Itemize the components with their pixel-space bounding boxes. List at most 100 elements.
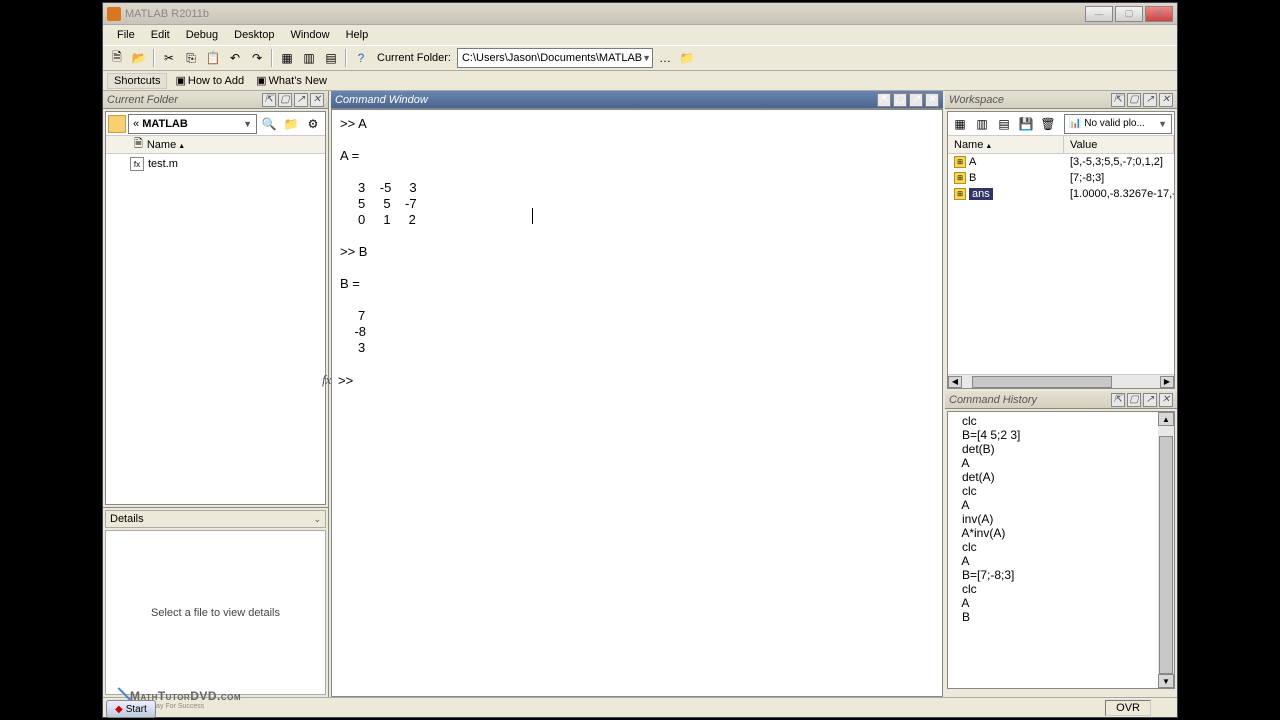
scroll-thumb[interactable] [1159, 436, 1173, 674]
cut-icon[interactable]: ✂ [159, 48, 179, 68]
command-window-body[interactable]: >> A A = 3 -5 3 5 5 -7 0 1 2 >> B B = 7 … [331, 109, 943, 697]
left-column: Current Folder ⇱ ▢ ↗ ✕ « MATLAB ▼ 🔍 📁 [103, 91, 329, 697]
dock-icon[interactable]: ⇱ [877, 93, 891, 107]
menu-desktop[interactable]: Desktop [226, 27, 282, 43]
history-entry[interactable]: clc [952, 414, 1154, 428]
delete-var-icon[interactable]: 🗑 [1038, 114, 1058, 134]
chevron-down-icon: ▼ [1158, 119, 1167, 129]
import-icon[interactable]: ▤ [994, 114, 1014, 134]
copy-icon[interactable]: ⎘ [181, 48, 201, 68]
help-icon[interactable]: ? [351, 48, 371, 68]
paste-icon[interactable]: 📋 [203, 48, 223, 68]
title-text: MATLAB R2011b [125, 8, 209, 20]
history-entry[interactable]: A [952, 456, 1154, 470]
history-entry[interactable]: A*inv(A) [952, 526, 1154, 540]
scroll-up-icon[interactable]: ▲ [1158, 412, 1174, 426]
folder-action-icon[interactable]: 📁 [281, 114, 301, 134]
history-entry[interactable]: clc [952, 540, 1154, 554]
maximize-panel-icon[interactable]: ↗ [909, 93, 923, 107]
workspace-var-row[interactable]: ⊞A [3,-5,3;5,5,-7;0,1,2] [948, 154, 1174, 170]
new-var-icon[interactable]: ▦ [950, 114, 970, 134]
close-button[interactable]: ✕ [1145, 6, 1173, 22]
scroll-down-icon[interactable]: ▼ [1158, 674, 1174, 688]
scroll-thumb[interactable] [972, 376, 1112, 388]
open-icon[interactable]: 📂 [129, 48, 149, 68]
minimize-panel-icon[interactable]: ▢ [278, 93, 292, 107]
history-entry[interactable]: det(A) [952, 470, 1154, 484]
history-entry[interactable]: det(B) [952, 442, 1154, 456]
minimize-button[interactable]: — [1085, 6, 1113, 22]
history-entry[interactable]: A [952, 554, 1154, 568]
maximize-button[interactable]: ▢ [1115, 6, 1143, 22]
breadcrumb-combo[interactable]: « MATLAB ▼ [128, 114, 257, 134]
details-panel: Details ⌄ Select a file to view details [103, 507, 328, 697]
start-button[interactable]: ◆Start [106, 700, 156, 718]
header-name[interactable]: Name [948, 136, 1064, 153]
history-entry[interactable]: A [952, 596, 1154, 610]
workspace-title: Workspace [949, 94, 1004, 106]
workspace-var-row[interactable]: ⊞B [7;-8;3] [948, 170, 1174, 186]
gear-icon[interactable]: ⚙ [303, 114, 323, 134]
resize-grip-icon[interactable] [1159, 702, 1171, 714]
shortcuts-bar: Shortcuts ▣How to Add ▣What's New [103, 71, 1177, 91]
dock-icon[interactable]: ⇱ [1111, 93, 1125, 107]
maximize-panel-icon[interactable]: ↗ [1143, 393, 1157, 407]
search-icon[interactable]: 🔍 [259, 114, 279, 134]
close-panel-icon[interactable]: ✕ [310, 93, 324, 107]
history-vscroll[interactable]: ▲ ▼ [1158, 412, 1174, 688]
scroll-right-icon[interactable]: ▶ [1160, 376, 1174, 388]
matrix-icon: ⊞ [954, 172, 966, 184]
new-icon[interactable]: 🗎 [107, 48, 127, 68]
history-entry[interactable]: clc [952, 582, 1154, 596]
minimize-panel-icon[interactable]: ▢ [1127, 393, 1141, 407]
redo-icon[interactable]: ↷ [247, 48, 267, 68]
minimize-panel-icon[interactable]: ▢ [893, 93, 907, 107]
undo-icon[interactable]: ↶ [225, 48, 245, 68]
current-folder-combo[interactable]: C:\Users\Jason\Documents\MATLAB ▼ [457, 48, 653, 68]
history-entry[interactable]: B=[7;-8;3] [952, 568, 1154, 582]
workspace-hscroll[interactable]: ◀ ▶ [948, 374, 1174, 388]
menu-window[interactable]: Window [282, 27, 337, 43]
file-item[interactable]: fx test.m [106, 156, 325, 172]
menu-debug[interactable]: Debug [178, 27, 226, 43]
minimize-panel-icon[interactable]: ▢ [1127, 93, 1141, 107]
fx-icon[interactable]: fx [322, 372, 338, 388]
plot-selector[interactable]: 📊 No valid plo... ▼ [1064, 114, 1172, 134]
dock-icon[interactable]: ⇱ [262, 93, 276, 107]
shortcut-whats-new[interactable]: ▣What's New [252, 74, 331, 87]
dock-icon[interactable]: ⇱ [1111, 393, 1125, 407]
details-header[interactable]: Details ⌄ [105, 510, 326, 528]
close-panel-icon[interactable]: ✕ [1159, 93, 1173, 107]
menu-help[interactable]: Help [338, 27, 377, 43]
shortcut-how-to-add[interactable]: ▣How to Add [171, 74, 248, 87]
history-entry[interactable]: clc [952, 484, 1154, 498]
menu-edit[interactable]: Edit [143, 27, 178, 43]
command-prompt: >> [338, 373, 357, 388]
workspace-list: ⊞A [3,-5,3;5,5,-7;0,1,2] ⊞B [7;-8;3] ⊞an… [948, 154, 1174, 374]
header-value[interactable]: Value [1064, 136, 1174, 153]
maximize-panel-icon[interactable]: ↗ [1143, 93, 1157, 107]
folder-icon[interactable] [108, 115, 126, 133]
guide-icon[interactable]: ▥ [299, 48, 319, 68]
close-panel-icon[interactable]: ✕ [925, 93, 939, 107]
history-entry[interactable]: B [952, 610, 1154, 624]
history-entry[interactable]: inv(A) [952, 512, 1154, 526]
current-folder-titlebar: Current Folder ⇱ ▢ ↗ ✕ [103, 91, 328, 109]
file-list-header[interactable]: 🗎 Name [106, 136, 325, 154]
browse-folder-icon[interactable]: … [655, 48, 675, 68]
scroll-left-icon[interactable]: ◀ [948, 376, 962, 388]
shortcuts-label: Shortcuts [107, 73, 167, 89]
close-panel-icon[interactable]: ✕ [1159, 393, 1173, 407]
go-up-icon[interactable]: 📁 [677, 48, 697, 68]
history-entry[interactable]: A [952, 498, 1154, 512]
history-entry[interactable]: B=[4 5;2 3] [952, 428, 1154, 442]
profiler-icon[interactable]: ▤ [321, 48, 341, 68]
history-list[interactable]: clc B=[4 5;2 3] det(B) A det(A) clc A in… [948, 412, 1158, 688]
open-var-icon[interactable]: ▥ [972, 114, 992, 134]
menu-file[interactable]: File [109, 27, 143, 43]
workspace-var-row[interactable]: ⊞ans [1.0000,-8.3267e-17,-... [948, 186, 1174, 202]
maximize-panel-icon[interactable]: ↗ [294, 93, 308, 107]
simulink-icon[interactable]: ▦ [277, 48, 297, 68]
save-ws-icon[interactable]: 💾 [1016, 114, 1036, 134]
statusbar: OVR [103, 697, 1177, 717]
